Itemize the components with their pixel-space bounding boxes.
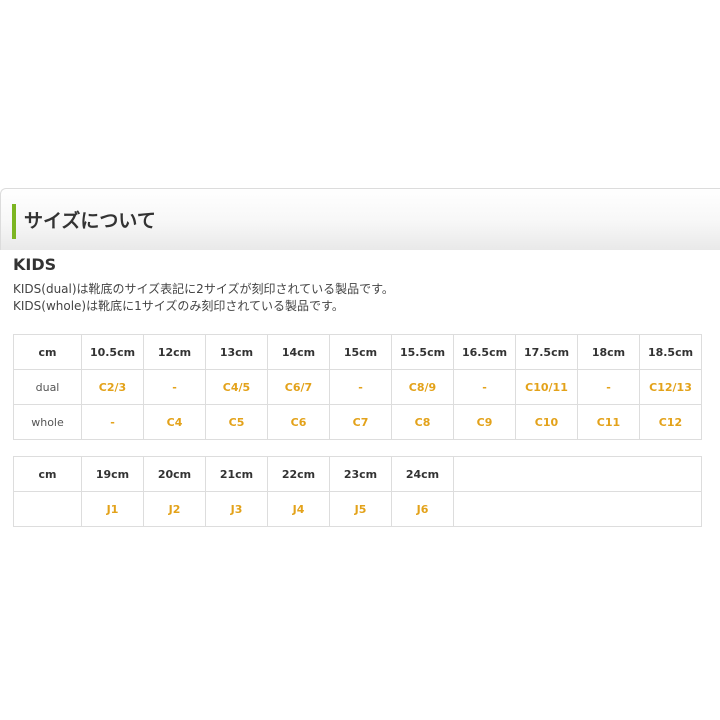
size-value-cell: C8/9 <box>391 369 454 405</box>
table-row-whole: whole - C4 C5 C6 C7 C8 C9 C10 C11 C12 <box>13 404 702 440</box>
size-value-cell: C7 <box>329 404 392 440</box>
size-value-cell: C12 <box>639 404 702 440</box>
size-value-cell: C6 <box>267 404 330 440</box>
size-header-cell: 16.5cm <box>453 334 516 370</box>
description-line-whole: KIDS(whole)は靴底に1サイズのみ刻印されている製品です。 <box>13 299 344 313</box>
size-header-cell: 19cm <box>81 456 144 492</box>
size-header-cell: 22cm <box>267 456 330 492</box>
section-header-bar: サイズについて <box>0 188 720 250</box>
size-header-cell: 13cm <box>205 334 268 370</box>
size-value-cell: C6/7 <box>267 369 330 405</box>
kids-description: KIDS(dual)は靴底のサイズ表記に2サイズが刻印されている製品です。 KI… <box>13 281 394 315</box>
size-value-cell: C5 <box>205 404 268 440</box>
size-value-cell: - <box>81 404 144 440</box>
size-value-cell: C10/11 <box>515 369 578 405</box>
table-header-row: cm 19cm 20cm 21cm 22cm 23cm 24cm <box>13 456 702 492</box>
size-value-cell: J1 <box>81 491 144 527</box>
size-value-cell: C12/13 <box>639 369 702 405</box>
size-value-cell: C2/3 <box>81 369 144 405</box>
empty-cell <box>453 491 702 527</box>
table-header-row: cm 10.5cm 12cm 13cm 14cm 15cm 15.5cm 16.… <box>13 334 702 370</box>
size-value-cell: J5 <box>329 491 392 527</box>
size-value-cell: - <box>453 369 516 405</box>
size-value-cell: - <box>329 369 392 405</box>
size-header-cell: 15cm <box>329 334 392 370</box>
size-value-cell: C8 <box>391 404 454 440</box>
empty-cell <box>453 456 702 492</box>
size-header-cell: 10.5cm <box>81 334 144 370</box>
size-header-cell: 15.5cm <box>391 334 454 370</box>
description-line-dual: KIDS(dual)は靴底のサイズ表記に2サイズが刻印されている製品です。 <box>13 282 394 296</box>
size-header-cell: 24cm <box>391 456 454 492</box>
size-value-cell: - <box>143 369 206 405</box>
table-row-junior: J1 J2 J3 J4 J5 J6 <box>13 491 702 527</box>
header-accent-bar <box>12 204 16 239</box>
page-title: サイズについて <box>24 210 156 232</box>
table-row-dual: dual C2/3 - C4/5 C6/7 - C8/9 - C10/11 - … <box>13 369 702 405</box>
size-header-cell: 12cm <box>143 334 206 370</box>
size-value-cell: C4 <box>143 404 206 440</box>
size-guide-panel: サイズについて KIDS KIDS(dual)は靴底のサイズ表記に2サイズが刻印… <box>0 188 720 533</box>
row-label-cell: dual <box>13 369 82 405</box>
row-label-cell <box>13 491 82 527</box>
table-header-cell: cm <box>13 334 82 370</box>
row-label-cell: whole <box>13 404 82 440</box>
size-value-cell: C10 <box>515 404 578 440</box>
kids-size-table-2: cm 19cm 20cm 21cm 22cm 23cm 24cm J1 J2 J… <box>13 456 702 527</box>
size-value-cell: J2 <box>143 491 206 527</box>
size-header-cell: 18cm <box>577 334 640 370</box>
kids-size-table-1: cm 10.5cm 12cm 13cm 14cm 15cm 15.5cm 16.… <box>13 334 702 440</box>
size-header-cell: 17.5cm <box>515 334 578 370</box>
size-header-cell: 18.5cm <box>639 334 702 370</box>
size-value-cell: - <box>577 369 640 405</box>
size-value-cell: C11 <box>577 404 640 440</box>
size-header-cell: 21cm <box>205 456 268 492</box>
size-value-cell: C4/5 <box>205 369 268 405</box>
size-header-cell: 23cm <box>329 456 392 492</box>
size-header-cell: 14cm <box>267 334 330 370</box>
size-header-cell: 20cm <box>143 456 206 492</box>
table-header-cell: cm <box>13 456 82 492</box>
kids-heading: KIDS <box>13 255 57 274</box>
size-value-cell: J6 <box>391 491 454 527</box>
size-value-cell: J3 <box>205 491 268 527</box>
size-value-cell: J4 <box>267 491 330 527</box>
size-value-cell: C9 <box>453 404 516 440</box>
